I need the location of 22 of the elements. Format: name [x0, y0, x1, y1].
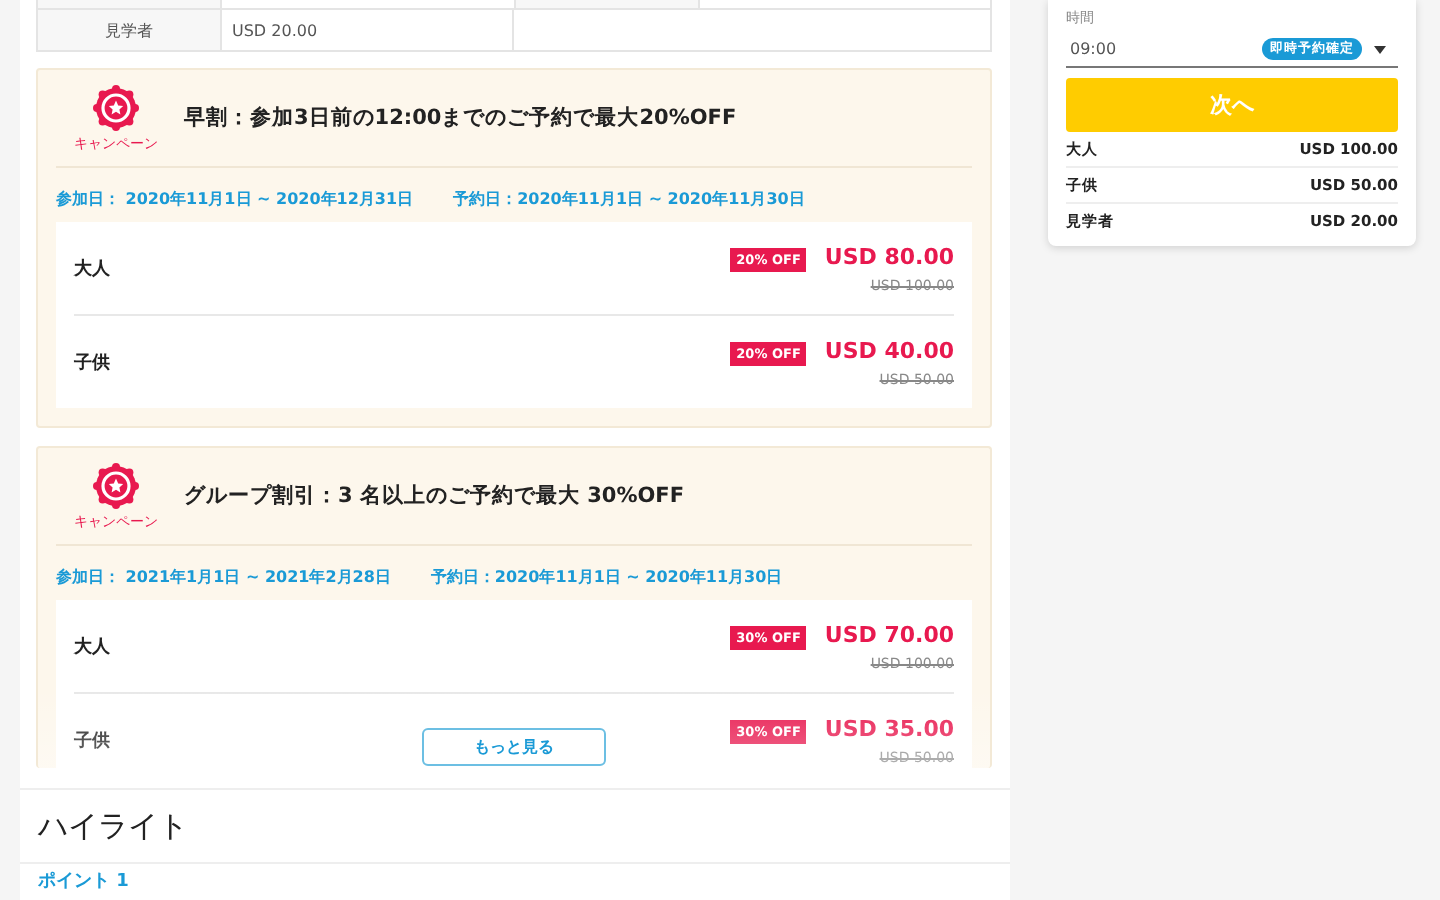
ticket-type: 子供	[74, 351, 110, 375]
sale-price: USD 70.00	[824, 621, 954, 647]
badge-icon	[92, 461, 140, 509]
participation-dates: 参加日： 2021年1月1日 ~ 2021年2月28日	[56, 566, 391, 588]
booking-dates: 予約日：2020年11月1日 ~ 2020年11月30日	[430, 566, 783, 588]
ticket-type: 大人	[74, 256, 110, 281]
campaign-title: 早割：参加3日前の12:00までのご予約で最大20%OFF	[184, 104, 737, 132]
sale-price: USD 80.00	[824, 243, 954, 269]
show-more-button[interactable]: もっと見る	[422, 728, 606, 766]
table-cell: 見学者	[105, 19, 153, 41]
ticket-type: 大人	[74, 634, 110, 659]
participation-dates: 参加日： 2020年11月1日 ~ 2020年12月31日	[56, 188, 414, 210]
caret-icon	[1374, 45, 1386, 53]
booking-dates: 予約日：2020年11月1日 ~ 2020年11月30日	[453, 188, 805, 210]
sale-price: USD 35.00	[824, 715, 954, 741]
badge-icon	[92, 83, 140, 131]
table-cell: USD 20.00	[232, 21, 318, 39]
sale-price: USD 40.00	[824, 337, 954, 363]
ticket-type: 子供	[74, 729, 110, 753]
point-heading: ポイント 1	[38, 872, 129, 892]
section-heading: ハイライト	[38, 807, 188, 845]
campaign-title: グループ割引：3 名以上のご予約で最大 30%OFF	[184, 482, 685, 510]
